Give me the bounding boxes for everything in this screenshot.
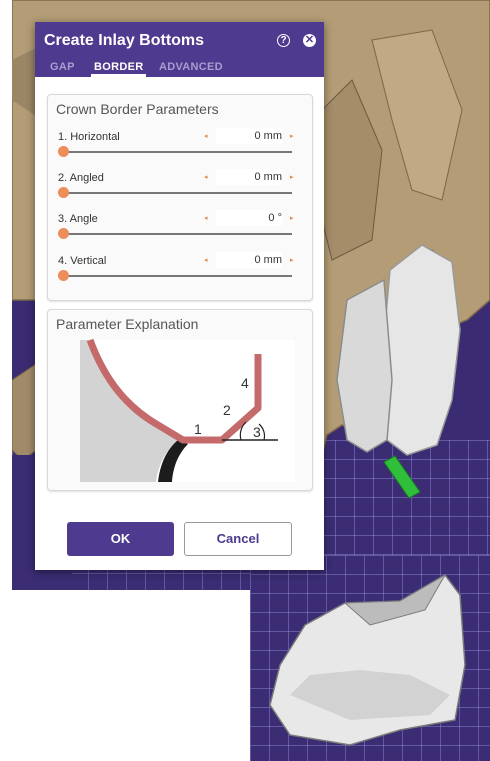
slider-thumb[interactable] (58, 146, 69, 157)
slider-track[interactable] (64, 275, 292, 277)
slider-track[interactable] (64, 192, 292, 194)
decrement-arrow-icon[interactable]: ◂ (204, 256, 208, 264)
label-1: 1 (194, 421, 202, 437)
increment-arrow-icon[interactable]: ▸ (290, 173, 294, 181)
increment-arrow-icon[interactable]: ▸ (290, 132, 294, 140)
tab-gap[interactable]: GAP (50, 61, 75, 73)
tab-bar: GAP BORDER ADVANCED (35, 60, 324, 77)
param-label: 2. Angled (58, 172, 104, 184)
increment-arrow-icon[interactable]: ▸ (290, 256, 294, 264)
param-label: 1. Horizontal (58, 131, 120, 143)
inlay-model (269, 573, 466, 746)
slider-track[interactable] (64, 233, 292, 235)
value-input[interactable]: 0 mm (216, 169, 282, 185)
help-icon[interactable]: ? (277, 34, 290, 47)
slider-track[interactable] (64, 151, 292, 153)
param-angle: 3. Angle ◂ 0 ° ▸ (48, 209, 312, 249)
param-label: 3. Angle (58, 213, 98, 225)
value-input[interactable]: 0 ° (216, 210, 282, 226)
label-4: 4 (241, 375, 249, 391)
dialog-title: Create Inlay Bottoms (44, 32, 205, 49)
param-vertical: 4. Vertical ◂ 0 mm ▸ (48, 251, 312, 291)
close-icon[interactable]: ✕ (303, 34, 316, 47)
value-input[interactable]: 0 mm (216, 252, 282, 268)
decrement-arrow-icon[interactable]: ◂ (204, 173, 208, 181)
decrement-arrow-icon[interactable]: ◂ (204, 132, 208, 140)
border-diagram: 1 2 3 4 (80, 338, 295, 482)
label-2: 2 (223, 402, 231, 418)
panel-title: Crown Border Parameters (56, 101, 219, 117)
slider-thumb[interactable] (58, 270, 69, 281)
label-3: 3 (253, 424, 261, 440)
create-inlay-bottoms-dialog: Create Inlay Bottoms ? ✕ GAP BORDER ADVA… (35, 22, 324, 570)
slider-thumb[interactable] (58, 187, 69, 198)
tab-advanced[interactable]: ADVANCED (159, 61, 223, 73)
slider-thumb[interactable] (58, 228, 69, 239)
parameter-explanation-panel: Parameter Explanation 1 2 3 4 (47, 309, 313, 491)
decrement-arrow-icon[interactable]: ◂ (204, 214, 208, 222)
crown-border-panel: Crown Border Parameters 1. Horizontal ◂ … (47, 94, 313, 301)
viewport-3d-lower[interactable] (250, 555, 490, 761)
ok-button[interactable]: OK (67, 522, 174, 556)
value-input[interactable]: 0 mm (216, 128, 282, 144)
increment-arrow-icon[interactable]: ▸ (290, 214, 294, 222)
param-angled: 2. Angled ◂ 0 mm ▸ (48, 168, 312, 208)
cancel-button[interactable]: Cancel (184, 522, 292, 556)
param-label: 4. Vertical (58, 255, 107, 267)
param-horizontal: 1. Horizontal ◂ 0 mm ▸ (48, 127, 312, 167)
tab-border[interactable]: BORDER (90, 61, 147, 77)
dialog-header: Create Inlay Bottoms ? ✕ GAP BORDER ADVA… (35, 22, 324, 77)
